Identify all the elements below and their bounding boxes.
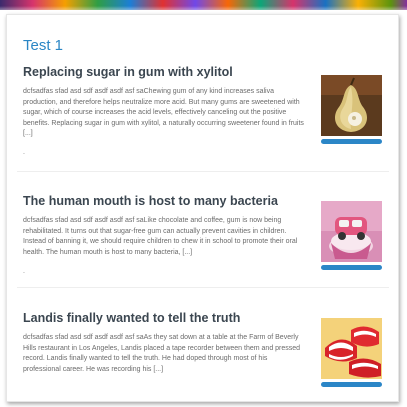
wind-up-teeth-photo-icon[interactable] — [321, 318, 382, 379]
content-frame: Test 1 Replacing sugar in gum with xylit… — [6, 14, 399, 402]
page-title: Test 1 — [23, 37, 64, 54]
post-trailing-dot: . — [23, 268, 25, 275]
pear-photo-icon[interactable] — [321, 75, 382, 136]
post-excerpt: dcfsadfas sfad asd sdf asdf asdf asf saL… — [23, 217, 298, 256]
post-item: Landis finally wanted to tell the truth … — [23, 311, 391, 387]
thumbnail-bar — [321, 382, 382, 387]
post-excerpt: dcfsadfas sfad asd sdf asdf asdf asf saC… — [23, 88, 304, 138]
post-item: Replacing sugar in gum with xylitol dcfs… — [23, 65, 391, 156]
thumbnail-bar — [321, 139, 382, 144]
post-trailing-dot: . — [23, 149, 25, 156]
post-excerpt: dcfsadfas sfad asd sdf asdf asdf asf saA… — [23, 334, 301, 373]
cupcake-photo-icon[interactable] — [321, 201, 382, 262]
thumbnail-bar — [321, 265, 382, 270]
post-divider — [17, 287, 389, 288]
post-divider — [17, 171, 389, 172]
post-item: The human mouth is host to many bacteria… — [23, 194, 391, 275]
